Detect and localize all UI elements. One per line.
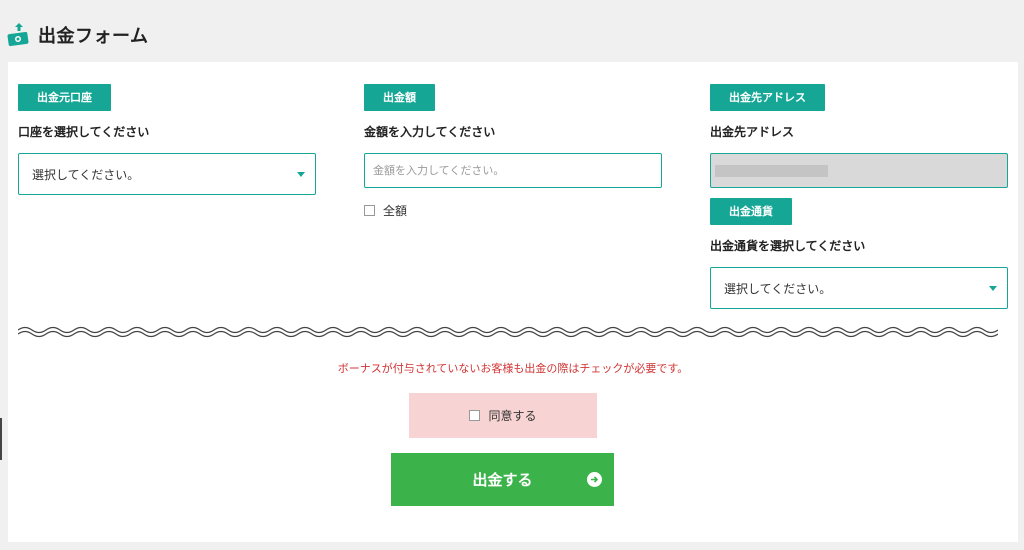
withdraw-form-card: 出金元口座 口座を選択してください 選択してください。 出金額 金額を入力してく… [8, 62, 1018, 542]
source-account-select-value: 選択してください。 [32, 167, 140, 182]
destination-address-field [710, 153, 1008, 188]
destination-section: 出金先アドレス 出金先アドレス 出金通貨 出金通貨を選択してください 選択してく… [710, 84, 1008, 309]
agree-label: 同意する [488, 409, 537, 423]
bonus-notice: ボーナスが付与されていないお客様も出金の際はチェックが必要です。 [337, 362, 689, 375]
amount-label: 金額を入力してください [364, 125, 496, 139]
currency-label: 出金通貨を選択してください [710, 239, 866, 253]
source-account-select[interactable]: 選択してください。 [18, 153, 316, 195]
withdraw-submit-button[interactable]: 出金する [391, 453, 614, 506]
amount-tag: 出金額 [364, 84, 435, 111]
source-account-tag: 出金元口座 [18, 84, 111, 111]
full-amount-checkbox-row[interactable]: 全額 [364, 202, 662, 219]
caret-down-icon [297, 171, 305, 177]
destination-label: 出金先アドレス [710, 125, 795, 139]
agree-checkbox[interactable] [469, 410, 481, 421]
destination-tag: 出金先アドレス [710, 84, 825, 111]
withdraw-submit-label: 出金する [472, 471, 533, 489]
left-edge-mark [0, 418, 2, 460]
full-amount-label: 全額 [383, 204, 408, 218]
currency-select-value: 選択してください。 [724, 281, 832, 296]
amount-section: 出金額 金額を入力してください 全額 [364, 84, 662, 219]
redacted-address [715, 165, 828, 177]
currency-tag: 出金通貨 [710, 198, 792, 225]
wave-divider [18, 326, 998, 338]
page-title: 出金フォーム [38, 26, 149, 47]
agree-box[interactable]: 同意する [409, 393, 597, 438]
money-transfer-icon [7, 23, 29, 47]
source-account-label: 口座を選択してください [18, 125, 150, 139]
source-account-section: 出金元口座 口座を選択してください 選択してください。 [18, 84, 316, 195]
caret-down-icon [989, 285, 997, 291]
currency-select[interactable]: 選択してください。 [710, 267, 1008, 309]
page-header: 出金フォーム [6, 20, 148, 50]
arrow-right-circle-icon [587, 472, 602, 487]
amount-input[interactable] [364, 153, 662, 188]
full-amount-checkbox[interactable] [364, 205, 375, 216]
